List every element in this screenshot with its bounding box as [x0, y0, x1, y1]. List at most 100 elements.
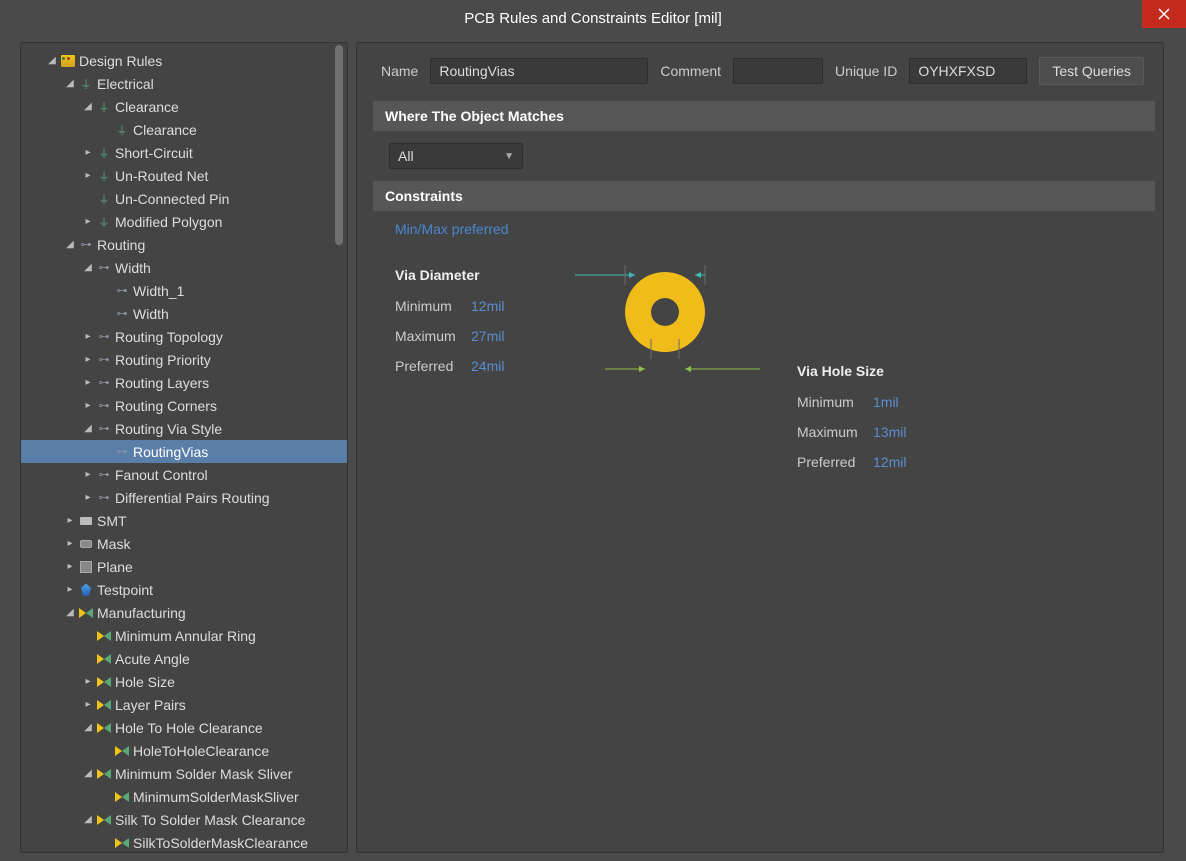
- tree-scrollbar[interactable]: [333, 45, 345, 850]
- tree-label: Routing Corners: [115, 398, 217, 414]
- collapse-arrow-icon[interactable]: ▸: [63, 584, 77, 595]
- tree-min-annular[interactable]: ▸Minimum Annular Ring: [21, 624, 347, 647]
- tree-clearance-rule[interactable]: ▸⏚Clearance: [21, 118, 347, 141]
- comment-input[interactable]: [733, 58, 823, 84]
- collapse-arrow-icon[interactable]: ▸: [81, 676, 95, 687]
- routing-icon: ⊶: [95, 376, 113, 389]
- manufacturing-icon: [95, 723, 113, 733]
- tree-routing[interactable]: ◢⊶Routing: [21, 233, 347, 256]
- dia-min-value[interactable]: 12mil: [471, 298, 504, 314]
- tree-label: MinimumSolderMaskSliver: [133, 789, 299, 805]
- tree-width-cat[interactable]: ◢⊶Width: [21, 256, 347, 279]
- collapse-arrow-icon[interactable]: ▸: [81, 170, 95, 181]
- tree-unconnected-pin[interactable]: ▸⏚Un-Connected Pin: [21, 187, 347, 210]
- expand-arrow-icon[interactable]: ◢: [63, 607, 77, 618]
- tree-label: Clearance: [133, 122, 197, 138]
- routing-icon: ⊶: [95, 330, 113, 343]
- tree-label: Width: [115, 260, 151, 276]
- tree-routing-priority[interactable]: ▸⊶Routing Priority: [21, 348, 347, 371]
- tree-stsm-rule[interactable]: ▸SilkToSolderMaskClearance: [21, 831, 347, 852]
- tree-short-circuit[interactable]: ▸⏚Short-Circuit: [21, 141, 347, 164]
- routing-icon: ⊶: [113, 284, 131, 297]
- hole-min-value[interactable]: 1mil: [873, 394, 899, 410]
- dia-max-value[interactable]: 27mil: [471, 328, 504, 344]
- tree-hth-rule[interactable]: ▸HoleToHoleClearance: [21, 739, 347, 762]
- tree-hth-clearance[interactable]: ◢Hole To Hole Clearance: [21, 716, 347, 739]
- expand-arrow-icon[interactable]: ◢: [81, 423, 95, 434]
- tree-clearance-cat[interactable]: ◢⏚Clearance: [21, 95, 347, 118]
- tree-label: Electrical: [97, 76, 154, 92]
- manufacturing-icon: [95, 769, 113, 779]
- tree-smt[interactable]: ▸SMT: [21, 509, 347, 532]
- expand-arrow-icon[interactable]: ◢: [81, 101, 95, 112]
- pref-label: Preferred: [395, 358, 471, 374]
- max-label: Maximum: [797, 424, 873, 440]
- tree-width-1[interactable]: ▸⊶Width_1: [21, 279, 347, 302]
- uid-input[interactable]: [909, 58, 1027, 84]
- expand-arrow-icon[interactable]: ◢: [81, 722, 95, 733]
- tree-routing-vias[interactable]: ▸⊶RoutingVias: [21, 440, 347, 463]
- close-button[interactable]: [1142, 0, 1186, 28]
- collapse-arrow-icon[interactable]: ▸: [81, 216, 95, 227]
- tree-min-sms[interactable]: ◢Minimum Solder Mask Sliver: [21, 762, 347, 785]
- expand-arrow-icon[interactable]: ◢: [63, 78, 77, 89]
- tree-routing-corners[interactable]: ▸⊶Routing Corners: [21, 394, 347, 417]
- collapse-arrow-icon[interactable]: ▸: [81, 492, 95, 503]
- tree-plane[interactable]: ▸Plane: [21, 555, 347, 578]
- minmax-preferred-link[interactable]: Min/Max preferred: [395, 221, 509, 237]
- tree-label: Width: [133, 306, 169, 322]
- collapse-arrow-icon[interactable]: ▸: [81, 147, 95, 158]
- expand-arrow-icon[interactable]: ◢: [81, 768, 95, 779]
- tree-label: Acute Angle: [115, 651, 190, 667]
- match-scope-dropdown[interactable]: All ▼: [389, 143, 523, 169]
- tree-layer-pairs[interactable]: ▸Layer Pairs: [21, 693, 347, 716]
- scrollbar-thumb[interactable]: [335, 45, 343, 245]
- min-label: Minimum: [395, 298, 471, 314]
- expand-arrow-icon[interactable]: ◢: [81, 814, 95, 825]
- tree-testpoint[interactable]: ▸Testpoint: [21, 578, 347, 601]
- tree-electrical[interactable]: ◢⏚Electrical: [21, 72, 347, 95]
- expand-arrow-icon[interactable]: ◢: [45, 55, 59, 66]
- tree-fanout-control[interactable]: ▸⊶Fanout Control: [21, 463, 347, 486]
- tree-label: Width_1: [133, 283, 184, 299]
- collapse-arrow-icon[interactable]: ▸: [81, 400, 95, 411]
- tree-manufacturing[interactable]: ◢Manufacturing: [21, 601, 347, 624]
- expand-arrow-icon[interactable]: ◢: [81, 262, 95, 273]
- expand-arrow-icon[interactable]: ◢: [63, 239, 77, 250]
- routing-icon: ⊶: [113, 307, 131, 320]
- tree-modified-polygon[interactable]: ▸⏚Modified Polygon: [21, 210, 347, 233]
- rules-tree-panel: ◢Design Rules ◢⏚Electrical ◢⏚Clearance ▸…: [20, 42, 348, 853]
- name-input[interactable]: [430, 58, 648, 84]
- tree-routing-layers[interactable]: ▸⊶Routing Layers: [21, 371, 347, 394]
- hole-max-value[interactable]: 13mil: [873, 424, 906, 440]
- hole-pref-value[interactable]: 12mil: [873, 454, 906, 470]
- collapse-arrow-icon[interactable]: ▸: [63, 538, 77, 549]
- tree-stsm[interactable]: ◢Silk To Solder Mask Clearance: [21, 808, 347, 831]
- tree-hole-size[interactable]: ▸Hole Size: [21, 670, 347, 693]
- collapse-arrow-icon[interactable]: ▸: [81, 469, 95, 480]
- manufacturing-icon: [95, 677, 113, 687]
- rules-tree[interactable]: ◢Design Rules ◢⏚Electrical ◢⏚Clearance ▸…: [21, 43, 347, 852]
- electrical-icon: ⏚: [113, 122, 131, 138]
- tree-routing-topology[interactable]: ▸⊶Routing Topology: [21, 325, 347, 348]
- collapse-arrow-icon[interactable]: ▸: [81, 331, 95, 342]
- collapse-arrow-icon[interactable]: ▸: [81, 377, 95, 388]
- dropdown-value: All: [398, 148, 414, 164]
- collapse-arrow-icon[interactable]: ▸: [81, 354, 95, 365]
- tree-routing-via-style[interactable]: ◢⊶Routing Via Style: [21, 417, 347, 440]
- tree-acute-angle[interactable]: ▸Acute Angle: [21, 647, 347, 670]
- collapse-arrow-icon[interactable]: ▸: [63, 561, 77, 572]
- tree-width-rule[interactable]: ▸⊶Width: [21, 302, 347, 325]
- dia-pref-value[interactable]: 24mil: [471, 358, 504, 374]
- tree-root[interactable]: ◢Design Rules: [21, 49, 347, 72]
- collapse-arrow-icon[interactable]: ▸: [63, 515, 77, 526]
- collapse-arrow-icon[interactable]: ▸: [81, 699, 95, 710]
- plane-icon: [77, 561, 95, 573]
- tree-mask[interactable]: ▸Mask: [21, 532, 347, 555]
- via-diameter-group: Via Diameter Minimum12mil Maximum27mil P…: [395, 267, 575, 477]
- tree-min-sms-rule[interactable]: ▸MinimumSolderMaskSliver: [21, 785, 347, 808]
- manufacturing-icon: [95, 654, 113, 664]
- tree-diff-pairs[interactable]: ▸⊶Differential Pairs Routing: [21, 486, 347, 509]
- test-queries-button[interactable]: Test Queries: [1039, 57, 1144, 85]
- tree-unrouted-net[interactable]: ▸⏚Un-Routed Net: [21, 164, 347, 187]
